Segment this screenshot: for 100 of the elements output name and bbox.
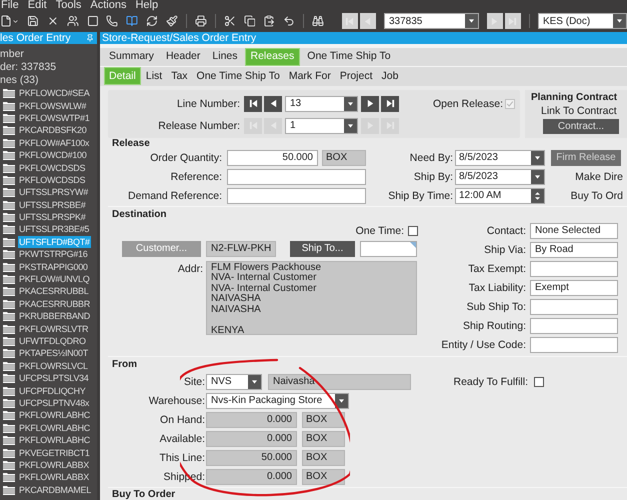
menu-item[interactable]: Tools	[56, 0, 82, 11]
next-button[interactable]	[361, 96, 379, 112]
dropdown-button[interactable]	[531, 150, 544, 165]
tree-item[interactable]: PKRUBBERBAND	[18, 310, 91, 322]
previous-button[interactable]	[360, 13, 376, 29]
tree-item[interactable]: UFTSSLPRSYW#	[18, 186, 89, 198]
tree-item[interactable]: PKFLOWSWLW#	[18, 100, 88, 112]
menu-item[interactable]: Edit	[28, 0, 47, 11]
tree-item[interactable]: PKCARDBSFK20	[18, 124, 88, 136]
site-combo[interactable]: NVS	[206, 374, 262, 390]
spinner-button[interactable]	[531, 188, 544, 203]
tab[interactable]: Project	[336, 67, 377, 86]
last-button[interactable]	[381, 96, 399, 112]
tree-node[interactable]: nes (33)	[0, 74, 97, 87]
contract-button[interactable]: Contract...	[543, 118, 619, 134]
line-number-combo[interactable]: 13	[285, 96, 358, 112]
tree-item[interactable]: UFCPSLPTSLV34	[18, 372, 90, 384]
brush-icon[interactable]	[166, 15, 178, 27]
tree-item[interactable]: PKACESRRUBBL	[18, 285, 90, 298]
time-picker[interactable]: 12:00 AM	[455, 188, 545, 204]
pin-icon[interactable]	[86, 34, 94, 42]
dropdown-button[interactable]	[335, 394, 348, 408]
tree-item[interactable]: PKFLOW#AF100x	[18, 136, 90, 149]
tree-item[interactable]: PKVEGETRIBCT1	[18, 446, 91, 459]
tree-item[interactable]: PKSTRAPPIG000	[18, 260, 89, 273]
book-icon[interactable]	[126, 15, 138, 27]
phone-icon[interactable]	[106, 15, 118, 27]
tab[interactable]: Tax	[167, 67, 192, 86]
tree-item[interactable]: UFWTFDLQDRO	[18, 335, 87, 347]
tree-item[interactable]: PKFLOWRLABHC	[18, 422, 91, 434]
input-field[interactable]	[530, 318, 618, 334]
tree-item[interactable]: PKTAPES½IN00T	[18, 347, 89, 360]
dropdown-button[interactable]	[531, 170, 544, 184]
tree-item[interactable]: PKFLOWRSLVCL	[18, 360, 89, 372]
tab[interactable]: List	[142, 67, 166, 86]
tree-node[interactable]: mber	[0, 48, 97, 61]
dropdown-button[interactable]	[464, 14, 478, 28]
previous-button[interactable]	[264, 96, 282, 112]
tree-item[interactable]: UFTSSLPRSBE#	[18, 198, 86, 211]
tree-item[interactable]: UFCPSLPTNV48x	[18, 396, 90, 409]
tab[interactable]: One Time Ship To	[302, 48, 396, 66]
copy-icon[interactable]	[244, 15, 256, 27]
tree-item[interactable]: PKFLOWCDSDS	[18, 174, 86, 186]
tree-item[interactable]: PKFLOWRLABBX	[18, 458, 90, 471]
tab[interactable]: Header	[160, 48, 206, 66]
tree-node[interactable]: der: 337835	[0, 61, 97, 74]
refresh-icon[interactable]	[146, 15, 158, 27]
input-field[interactable]	[360, 240, 417, 257]
tab[interactable]: Job	[378, 67, 402, 86]
tree-item[interactable]: PKCARDBMAMEL	[18, 484, 92, 496]
tree-item[interactable]: PKFLOWRSLVTR	[18, 322, 90, 335]
input-field[interactable]: None Selected	[530, 222, 618, 239]
tree-item[interactable]: PKFLOWRLABBX	[18, 471, 90, 484]
input-field[interactable]: Exempt	[530, 280, 618, 296]
paste-icon[interactable]	[263, 15, 276, 27]
date-picker[interactable]: 8/5/2023	[455, 150, 545, 166]
tree-item[interactable]: PKFLOWRLABHC	[18, 434, 91, 446]
last-button[interactable]	[504, 13, 521, 29]
tree-item[interactable]: PKFLOW#UNVLQ	[18, 273, 90, 286]
input-field[interactable]	[227, 168, 366, 185]
menu-item[interactable]: Actions	[90, 0, 126, 11]
tab[interactable]: Mark For	[284, 67, 335, 86]
tree-item[interactable]: UFTSSLPR3BE#5	[18, 223, 90, 236]
dropdown-button[interactable]	[248, 374, 261, 389]
input-field[interactable]	[530, 336, 618, 353]
dropdown-button[interactable]	[344, 96, 357, 111]
people-icon[interactable]	[66, 15, 79, 27]
release-number-combo[interactable]: 1	[285, 118, 358, 134]
tree-item[interactable]: UFCPFDLIQCHY	[18, 384, 86, 397]
search-icon[interactable]	[312, 15, 324, 27]
date-picker[interactable]: 8/5/2023	[455, 168, 545, 185]
record-combo[interactable]: 337835	[384, 13, 479, 29]
ship-to-button[interactable]: Ship To...	[290, 240, 355, 257]
input-field[interactable]: 50.000	[227, 150, 318, 166]
tab[interactable]: One Time Ship To	[192, 67, 284, 86]
tree-item[interactable]: PKFLOWCD#SEA	[18, 87, 90, 100]
tree-item[interactable]: PKFLOWCDSDS	[18, 162, 86, 174]
cut-icon[interactable]	[224, 15, 236, 27]
tree-item[interactable]: PKFLOWRLABHC	[18, 409, 91, 422]
tree-item[interactable]: PKACESRRUBBR	[18, 298, 91, 310]
next-button[interactable]	[486, 13, 503, 29]
tab[interactable]: Summary	[104, 48, 159, 66]
company-combo[interactable]: KES (Doc)	[538, 13, 627, 29]
tree-item[interactable]: PKWTSTRPG#16	[18, 248, 88, 260]
dropdown-button[interactable]	[612, 14, 626, 28]
tab[interactable]: Lines	[207, 48, 242, 66]
tree-item[interactable]: PKFLOWCD#100	[18, 149, 88, 162]
input-field[interactable]	[530, 260, 618, 277]
checkbox[interactable]	[534, 376, 544, 387]
menu-item[interactable]: Help	[135, 0, 158, 11]
printer-icon[interactable]	[194, 15, 207, 27]
input-field[interactable]: By Road	[530, 242, 618, 258]
close-icon[interactable]	[46, 15, 59, 27]
new-document-icon[interactable]	[0, 15, 19, 27]
tree-item[interactable]: UFTSSLPRSPK#	[18, 211, 86, 224]
checkbox[interactable]	[408, 226, 418, 236]
checkbox[interactable]	[505, 98, 515, 109]
input-field[interactable]	[227, 188, 366, 204]
input-field[interactable]	[530, 298, 618, 315]
undo-icon[interactable]	[283, 15, 296, 27]
